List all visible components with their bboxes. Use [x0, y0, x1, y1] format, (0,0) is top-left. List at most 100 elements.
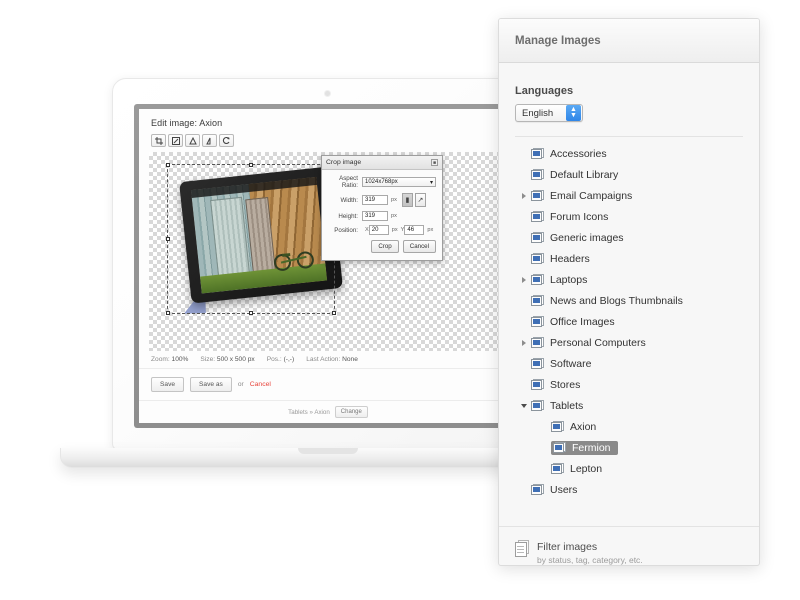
change-button[interactable]: Change [334, 406, 368, 418]
tree-item-label: Accessories [550, 147, 607, 160]
tree-item-news-and-blogs-thumbnails[interactable]: News and Blogs Thumbnails [515, 290, 743, 311]
save-button[interactable]: Save [151, 377, 185, 392]
laptop-screen: Edit image: Axion Crop image ■ Aspect Ra… [139, 109, 517, 423]
resize-handle-sw[interactable] [166, 311, 170, 315]
chevron-right-icon[interactable] [522, 339, 526, 346]
height-label: Height: [338, 212, 358, 220]
resize-handle-n[interactable] [249, 163, 253, 167]
tree-item-label: Users [550, 483, 578, 496]
close-icon[interactable]: ■ [431, 159, 438, 166]
tree-item-label: Laptops [550, 273, 588, 286]
free-ratio-button[interactable]: ↗ [414, 193, 426, 207]
lock-ratio-button[interactable]: ▮ [401, 193, 413, 207]
tree-item-label: Fermion [572, 441, 611, 454]
tree-item-email-campaigns[interactable]: Email Campaigns [515, 185, 743, 206]
tree-item-label: Software [550, 357, 592, 370]
panel-footer: Filter images by status, tag, category, … [499, 526, 759, 565]
chevron-down-icon[interactable] [521, 403, 527, 408]
tree-item-label: News and Blogs Thumbnails [550, 294, 683, 307]
position-label: Position: [334, 226, 358, 234]
tree-item-lepton[interactable]: Lepton [515, 458, 743, 479]
tree-item-label: Stores [550, 378, 581, 391]
crop-selection-box[interactable] [166, 163, 336, 315]
tree-item-forum-icons[interactable]: Forum Icons [515, 206, 743, 227]
size-value: 500 x 500 px [216, 356, 255, 363]
last-action-status: Last Action: None [306, 356, 358, 363]
tree-item-generic-images[interactable]: Generic images [515, 227, 743, 248]
resize-tool-button[interactable] [168, 134, 183, 147]
reset-tool-button[interactable] [219, 134, 234, 147]
resize-handle-w[interactable] [166, 237, 170, 241]
filter-text-block: Filter images by status, tag, category, … [537, 541, 643, 565]
tree-item-label: Email Campaigns [550, 189, 633, 202]
tree-toggle[interactable] [517, 339, 531, 346]
panel-header: Manage Images [499, 19, 759, 63]
image-folder-icon [551, 421, 564, 432]
stepper-arrows-icon: ▲ ▼ [566, 105, 581, 121]
tree-item-tablets[interactable]: Tablets [515, 395, 743, 416]
tree-item-laptops[interactable]: Laptops [515, 269, 743, 290]
resize-handle-se[interactable] [332, 311, 336, 315]
tree-item-personal-computers[interactable]: Personal Computers [515, 332, 743, 353]
image-folder-icon [531, 148, 544, 159]
size-label: Size: [200, 356, 216, 363]
pos-label: Pos.: [266, 356, 282, 363]
rotate-left-tool-button[interactable] [185, 134, 200, 147]
filter-title: Filter images [537, 541, 598, 553]
or-text: or [237, 381, 244, 388]
height-unit: px [391, 213, 397, 219]
crop-cancel-button[interactable]: Cancel [402, 240, 436, 253]
position-y-input[interactable]: 46 [404, 225, 425, 235]
image-folder-icon [553, 442, 566, 453]
tree-item-users[interactable]: Users [515, 479, 743, 500]
tree-item-label: Lepton [570, 462, 603, 475]
tree-item-content: Stores [531, 379, 580, 391]
crop-dialog-body: Aspect Ratio: 1024x768px ▾ Width: 319 px… [322, 170, 442, 260]
last-action-label: Last Action: [306, 356, 341, 363]
tree-item-label: Personal Computers [550, 336, 646, 349]
crop-confirm-button[interactable]: Crop [371, 240, 399, 253]
tree-item-axion[interactable]: Axion [515, 416, 743, 437]
pos-status: Pos.: (-,-) [267, 356, 295, 363]
height-row: Height: 319 px [326, 211, 437, 221]
ratio-lock-group: ▮ ↗ [401, 193, 426, 207]
tree-item-accessories[interactable]: Accessories [515, 143, 743, 164]
tree-toggle[interactable] [517, 192, 531, 199]
tree-item-headers[interactable]: Headers [515, 248, 743, 269]
resize-handle-nw[interactable] [166, 163, 170, 167]
filter-images-item[interactable]: Filter images by status, tag, category, … [515, 540, 743, 565]
flip-icon [205, 137, 210, 144]
image-folder-icon [531, 211, 544, 222]
save-as-button[interactable]: Save as [190, 377, 232, 392]
flip-tool-button[interactable] [202, 134, 217, 147]
tree-item-software[interactable]: Software [515, 353, 743, 374]
image-folder-tree: Accessories Default Library Email Campaign… [515, 143, 743, 500]
tree-item-default-library[interactable]: Default Library [515, 164, 743, 185]
laptop-mockup: Edit image: Axion Crop image ■ Aspect Ra… [60, 78, 596, 468]
resize-handle-s[interactable] [249, 311, 253, 315]
tree-item-content: Personal Computers [531, 337, 646, 349]
language-select[interactable]: English ▲ ▼ [515, 104, 583, 122]
chevron-right-icon[interactable] [522, 192, 526, 199]
cancel-link[interactable]: Cancel [250, 381, 271, 388]
chevron-right-icon[interactable] [522, 276, 526, 283]
aspect-ratio-select[interactable]: 1024x768px ▾ [362, 177, 436, 187]
position-x-input[interactable]: 20 [368, 225, 389, 235]
tree-item-content: Forum Icons [531, 211, 608, 223]
tree-item-fermion[interactable]: Fermion [515, 437, 743, 458]
tree-toggle[interactable] [517, 276, 531, 283]
tree-item-office-images[interactable]: Office Images [515, 311, 743, 332]
tree-item-stores[interactable]: Stores [515, 374, 743, 395]
size-status: Size: 500 x 500 px [200, 356, 254, 363]
image-canvas[interactable]: Crop image ■ Aspect Ratio: 1024x768px ▾ [149, 152, 507, 351]
width-input[interactable]: 319 [362, 195, 388, 205]
tree-toggle[interactable] [517, 403, 531, 408]
image-folder-icon [551, 463, 564, 474]
crop-tool-button[interactable] [151, 134, 166, 147]
filter-subtitle: by status, tag, category, etc. [537, 555, 643, 565]
height-input[interactable]: 319 [362, 211, 388, 221]
image-folder-icon [531, 253, 544, 264]
triangle-icon [188, 136, 197, 144]
crop-dialog-header: Crop image ■ [322, 156, 442, 170]
tree-item-content: Accessories [531, 148, 607, 160]
